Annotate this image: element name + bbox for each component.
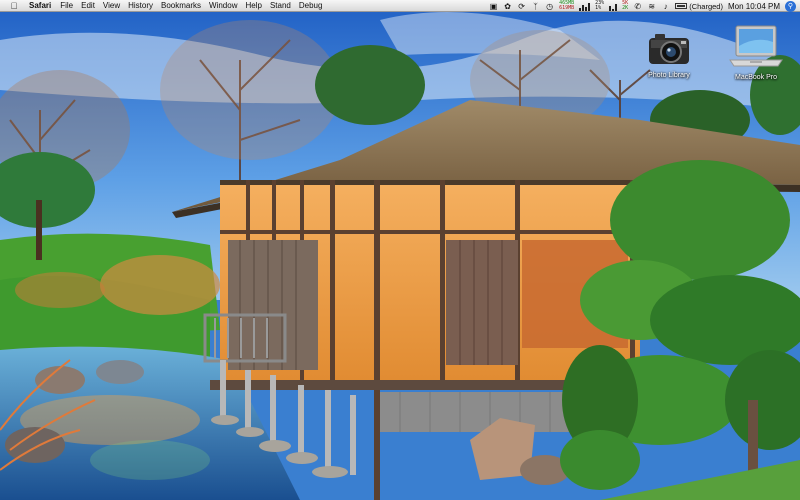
wifi-icon[interactable]: ≋ bbox=[647, 2, 656, 11]
camera-icon bbox=[649, 34, 689, 64]
menu-history[interactable]: History bbox=[128, 1, 161, 10]
sync-icon[interactable]: ⟳ bbox=[517, 2, 526, 11]
laptop-icon bbox=[729, 25, 783, 67]
battery-status[interactable]: (Charged) bbox=[675, 2, 723, 11]
menu-clock[interactable]: Mon 10:04 PM bbox=[728, 2, 780, 11]
menu-edit[interactable]: Edit bbox=[81, 1, 103, 10]
display-icon[interactable]: ▣ bbox=[489, 2, 498, 11]
menu-file[interactable]: File bbox=[60, 1, 81, 10]
paw-icon[interactable]: ✿ bbox=[503, 2, 512, 11]
battery-icon bbox=[675, 3, 688, 9]
phone-icon[interactable]: ✆ bbox=[633, 2, 642, 11]
desktop-icon-photo-library[interactable]: Photo Library bbox=[629, 30, 709, 79]
volume-icon[interactable]: ♪ bbox=[661, 2, 670, 11]
apple-logo-icon[interactable]:  bbox=[7, 1, 21, 11]
menu-bar:  Safari File Edit View History Bookmark… bbox=[0, 0, 800, 12]
desktop-icon-label: MacBook Pro bbox=[734, 74, 778, 81]
cpu-monitor[interactable]: 23% 1% bbox=[595, 1, 604, 11]
time-machine-icon[interactable]: ◷ bbox=[545, 2, 554, 11]
spotlight-search-icon[interactable]: ⚲ bbox=[785, 0, 796, 12]
cpu-bars-icon bbox=[579, 2, 591, 11]
menu-app-name[interactable]: Safari bbox=[29, 1, 60, 10]
cpu-sys: 1% bbox=[595, 5, 602, 11]
menu-help[interactable]: Help bbox=[245, 1, 269, 10]
battery-label: (Charged) bbox=[689, 1, 723, 11]
status-menus: ▣ ✿ ⟳ ᛉ ◷ 465MB 619MB 23% 1% 5K 2K ✆ ≋ ♪… bbox=[489, 0, 800, 12]
bluetooth-icon[interactable]: ᛉ bbox=[531, 2, 540, 11]
network-monitor[interactable]: 5K 2K bbox=[622, 1, 628, 11]
memory-monitor[interactable]: 465MB 619MB bbox=[559, 1, 574, 11]
menu-window[interactable]: Window bbox=[209, 1, 245, 10]
network-bars-icon bbox=[609, 2, 618, 11]
net-out: 2K bbox=[622, 5, 629, 11]
desktop-icon-label: Photo Library bbox=[648, 72, 690, 79]
desktop-icon-macbook-pro[interactable]: MacBook Pro bbox=[716, 24, 796, 81]
menu-stand[interactable]: Stand bbox=[270, 1, 299, 10]
menu-debug[interactable]: Debug bbox=[299, 1, 331, 10]
menu-bookmarks[interactable]: Bookmarks bbox=[161, 1, 209, 10]
menu-view[interactable]: View bbox=[103, 1, 128, 10]
memory-free: 619MB bbox=[559, 5, 575, 11]
